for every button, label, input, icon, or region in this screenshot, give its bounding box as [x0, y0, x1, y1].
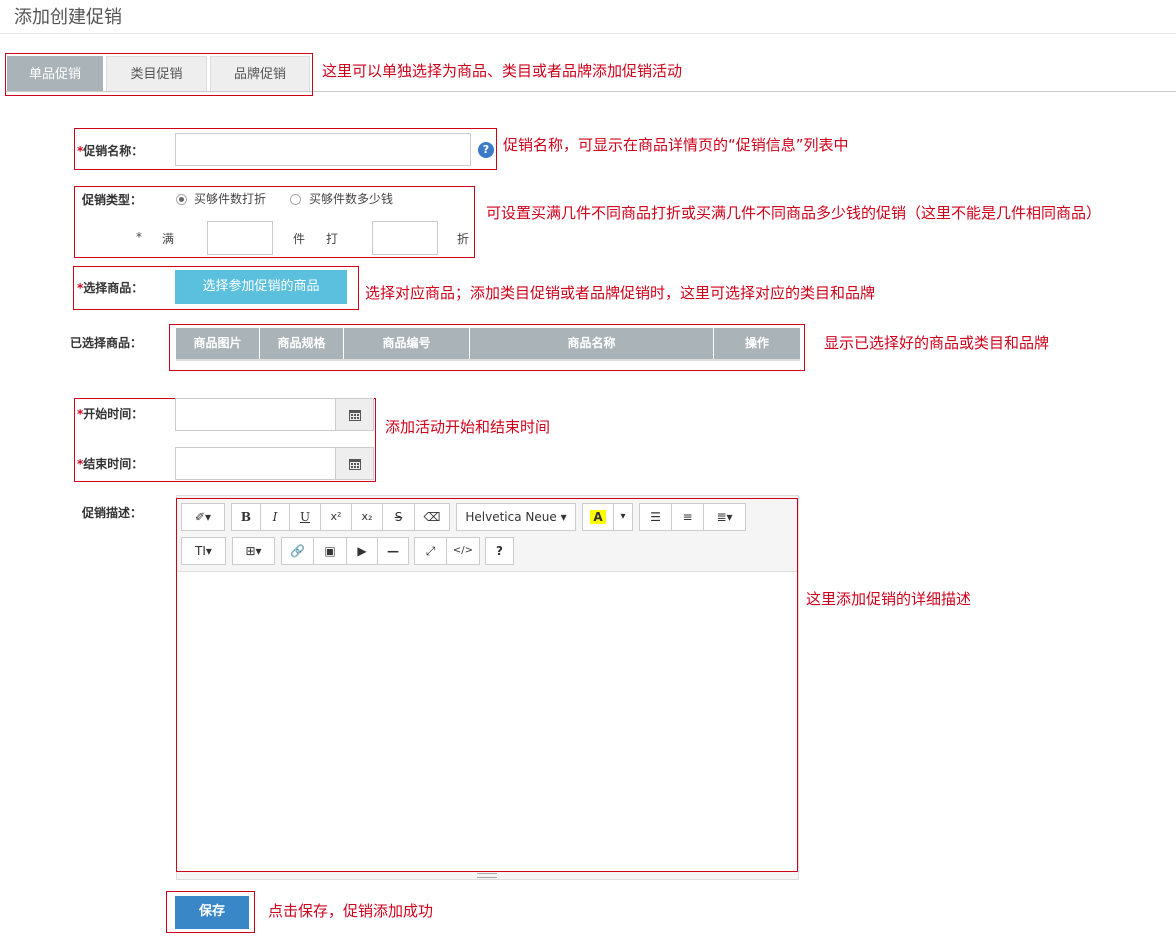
note-time: 添加活动开始和结束时间 — [385, 418, 551, 436]
name-label: *促销名称： — [77, 144, 144, 158]
start-calendar-icon[interactable] — [335, 398, 374, 431]
radio-discount-by-count[interactable] — [176, 194, 187, 205]
end-time-input[interactable] — [175, 447, 336, 480]
desc-highlight-box — [176, 498, 798, 872]
note-select: 选择对应商品；添加类目促销或者品牌促销时，这里可选择对应的类目和品牌 — [365, 284, 876, 302]
end-time-label: *结束时间： — [77, 457, 144, 471]
save-button[interactable]: 保存 — [175, 896, 249, 929]
note-tabs: 这里可以单独选择为商品、类目或者品牌添加促销活动 — [322, 62, 683, 80]
title-divider — [0, 33, 1176, 34]
radio-price-by-count-label: 买够件数多少钱 — [309, 192, 394, 206]
selected-label: 已选择商品： — [70, 336, 143, 350]
th-product-code: 商品编号 — [344, 328, 470, 359]
select-products-button[interactable]: 选择参加促销的商品 — [175, 270, 347, 304]
condition-man-text: 满 — [162, 232, 175, 246]
condition-jian-text: 件 — [293, 232, 306, 246]
type-label: 促销类型： — [82, 193, 143, 207]
desc-label: 促销描述： — [82, 506, 143, 520]
note-save: 点击保存，促销添加成功 — [268, 902, 434, 920]
help-icon[interactable]: ? — [478, 142, 494, 158]
start-time-input[interactable] — [175, 398, 336, 431]
note-type: 可设置买满几件不同商品打折或买满几件不同商品多少钱的促销（这里不能是几件相同商品… — [486, 204, 1102, 222]
start-time-label: *开始时间： — [77, 407, 144, 421]
condition-required-mark: * — [136, 230, 142, 244]
th-product-name: 商品名称 — [470, 328, 714, 359]
promo-name-input[interactable] — [175, 133, 471, 166]
th-product-image: 商品图片 — [176, 328, 260, 359]
resize-handle[interactable] — [477, 873, 497, 878]
note-desc: 这里添加促销的详细描述 — [806, 590, 972, 608]
radio-discount-by-count-label: 买够件数打折 — [194, 192, 267, 206]
radio-price-by-count[interactable] — [290, 194, 301, 205]
th-actions: 操作 — [714, 328, 800, 359]
count-input[interactable] — [207, 221, 273, 255]
note-name: 促销名称，可显示在商品详情页的“促销信息”列表中 — [503, 136, 849, 154]
table-empty-body — [176, 359, 800, 361]
end-calendar-icon[interactable] — [335, 447, 374, 480]
discount-input[interactable] — [372, 221, 438, 255]
condition-zhe-text: 折 — [457, 232, 470, 246]
select-label: *选择商品： — [77, 281, 144, 295]
condition-da-text: 打 — [326, 232, 339, 246]
th-product-spec: 商品规格 — [260, 328, 344, 359]
tabs-highlight-box — [5, 53, 313, 96]
page-title: 添加创建促销 — [14, 7, 122, 28]
note-selected: 显示已选择好的商品或类目和品牌 — [824, 334, 1050, 352]
